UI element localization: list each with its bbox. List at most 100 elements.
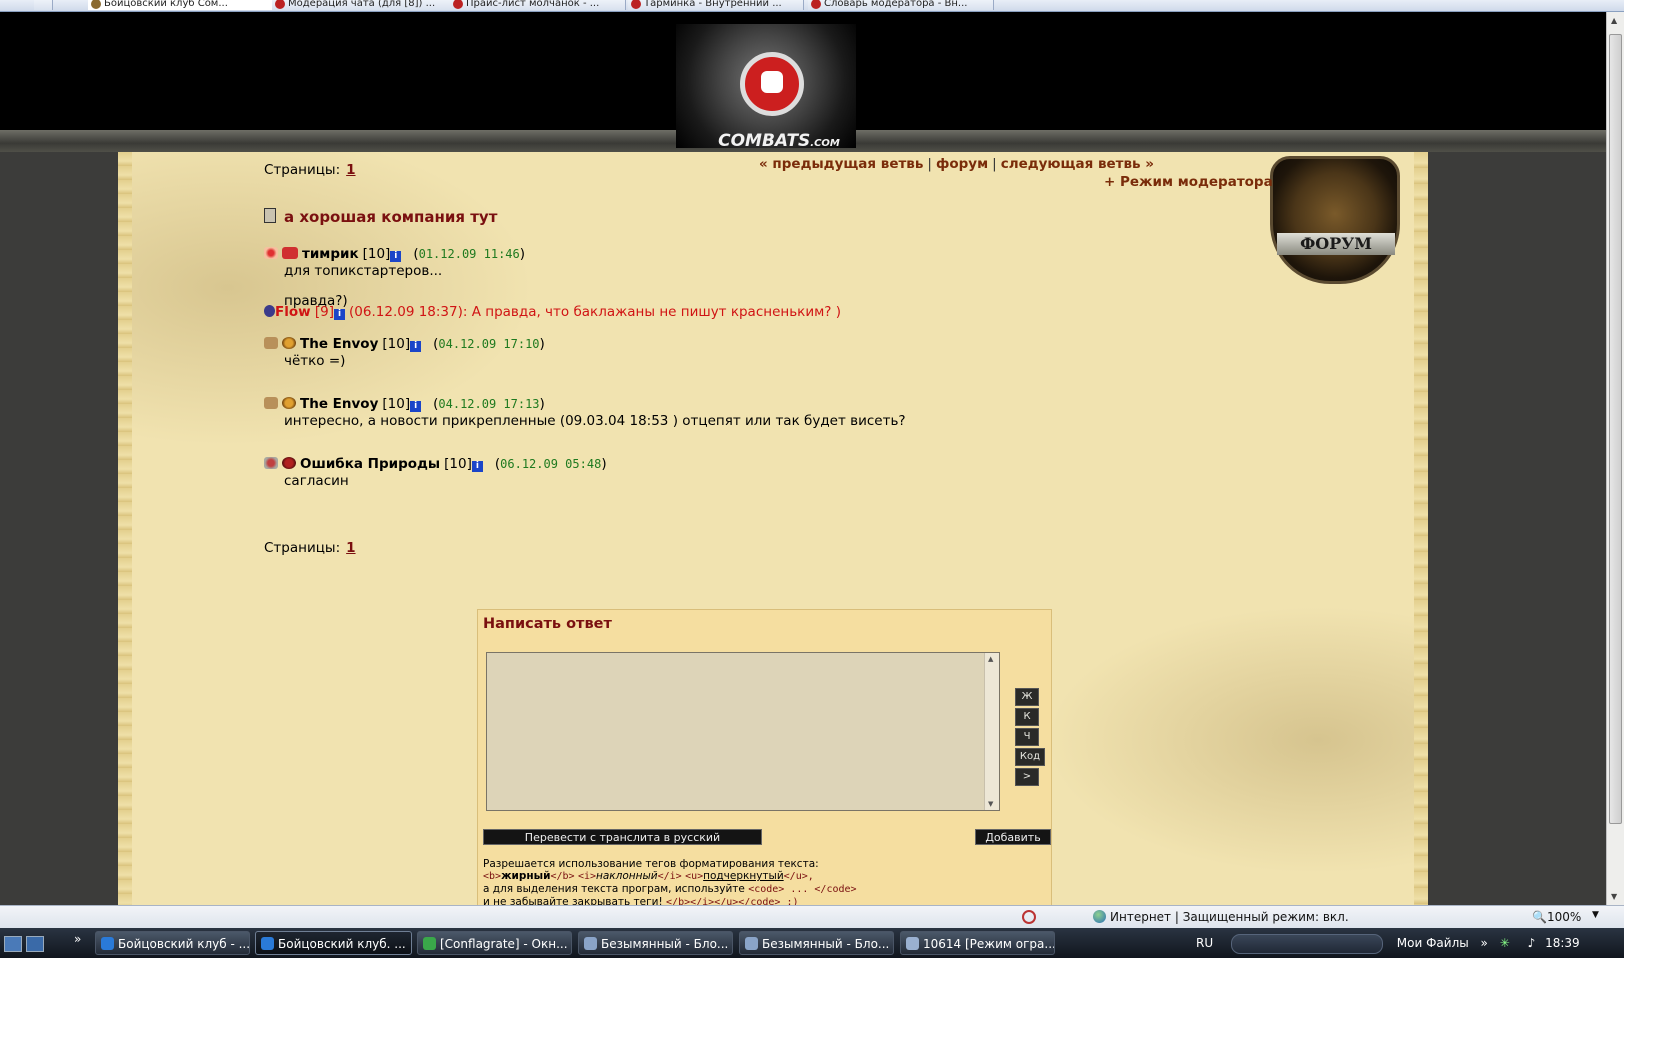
textarea-scrollbar[interactable] <box>984 653 999 810</box>
chevron-right-icon[interactable]: » <box>74 932 81 946</box>
moderator-mode-link[interactable]: + Режим модератора <box>1104 174 1273 190</box>
taskbar-label: [Conflagrate] - Окн... <box>440 937 568 951</box>
info-icon[interactable]: i <box>334 309 346 320</box>
taskbar: » Бойцовский клуб - ... Бойцовский клуб.… <box>0 928 1624 958</box>
post-date-text: 01.12.09 11:46 <box>418 247 520 261</box>
post-author[interactable]: The Envoy <box>300 336 378 352</box>
reply-form: Написать ответ Ж К Ч Код > Перевести с т… <box>477 609 1052 911</box>
taskbar-label: 10614 [Режим огра... <box>923 937 1055 951</box>
post-line: чётко =) <box>284 353 346 369</box>
pagination-bottom: Страницы: 1 <box>264 540 356 556</box>
tab-favicon-icon <box>275 0 285 9</box>
post-header: тимрик [10] i (01.12.09 11:46) <box>264 246 1268 262</box>
system-tray: RU Мои Файлы » ✳ ♪ 18:39 <box>1196 928 1580 958</box>
taskbar-button[interactable]: Безымянный - Бло... <box>739 931 894 955</box>
underline-button[interactable]: Ч <box>1015 728 1039 746</box>
taskbar-button[interactable]: 10614 [Режим огра... <box>900 931 1055 955</box>
next-thread-link[interactable]: следующая ветвь » <box>1001 156 1154 172</box>
tab-bar: Бойцовский клуб Сом... Модерация чата (д… <box>0 0 1624 12</box>
info-icon[interactable]: i <box>471 461 483 472</box>
clan-icon <box>264 457 278 469</box>
tab-combats[interactable]: Бойцовский клуб Сом... <box>88 0 285 10</box>
scrollbar-thumb[interactable] <box>1609 34 1622 824</box>
forum-shield-logo[interactable]: ФОРУМ <box>1270 156 1400 284</box>
chat-icon <box>423 937 436 950</box>
security-zone-text: Интернет | Защищенный режим: вкл. <box>1110 910 1349 924</box>
post-date: (01.12.09 11:46) <box>413 246 526 262</box>
quick-tabs-button[interactable] <box>34 0 53 10</box>
site-header: COMBATS.COM <box>0 12 1606 152</box>
post-date: (06.12.09 05:48) <box>494 456 607 472</box>
zoom-level[interactable]: 🔍100% <box>1532 910 1581 924</box>
post-line: для топикстартеров... <box>284 263 443 279</box>
post-author[interactable]: Ошибка Природы <box>300 456 440 472</box>
tab-label: Модерация чата (для [8]) ... <box>288 0 436 9</box>
chevron-down-icon[interactable]: ▼ <box>1592 910 1599 920</box>
post-level: [10] <box>444 456 472 472</box>
post-author[interactable]: The Envoy <box>300 396 378 412</box>
prev-thread-link[interactable]: « предыдущая ветвь <box>759 156 923 172</box>
taskbar-button[interactable]: Бойцовский клуб. ... <box>255 931 412 955</box>
post-body: сагласин <box>284 471 1268 491</box>
post-level: [10] <box>382 336 411 352</box>
tab-label: Прайс-лист молчанок - ... <box>466 0 600 9</box>
page-link-1[interactable]: 1 <box>346 162 355 178</box>
tab-label: Бойцовский клуб Сом... <box>104 0 228 9</box>
clan-icon <box>264 247 278 259</box>
hint-line: <b>жирный</b> <i>наклонный</i> <u>подчер… <box>483 870 1043 883</box>
page-icon <box>264 208 276 223</box>
page-scrollbar[interactable]: ▲ ▼ <box>1606 12 1624 905</box>
zoom-icon: 🔍 <box>1532 910 1547 924</box>
post-header: The Envoy [10] i (04.12.09 17:13) <box>264 396 1268 412</box>
translit-button[interactable]: Перевести с транслита в русский <box>483 829 762 845</box>
scroll-up-icon[interactable]: ▲ <box>1611 16 1617 25</box>
tab-tarminka[interactable]: Тарминка - Внутренний ... <box>628 0 804 10</box>
scroll-down-icon[interactable]: ▼ <box>1611 892 1617 901</box>
taskbar-button[interactable]: Безымянный - Бло... <box>578 931 733 955</box>
show-desktop-icon[interactable] <box>4 936 22 952</box>
language-indicator[interactable]: RU <box>1196 936 1213 950</box>
volume-icon[interactable]: ♪ <box>1528 936 1536 950</box>
taskbar-label: Бойцовский клуб - ... <box>118 937 250 951</box>
tab-pricelist[interactable]: Прайс-лист молчанок - ... <box>450 0 626 10</box>
nav-separator: | <box>927 156 932 172</box>
post-spacer <box>284 281 1268 291</box>
chevron-right-icon[interactable]: » <box>1481 936 1488 950</box>
popup-blocked-icon[interactable] <box>1022 910 1036 924</box>
my-files-link[interactable]: Мои Файлы <box>1397 936 1469 950</box>
fist-emblem-icon <box>740 52 804 116</box>
bold-button[interactable]: Ж <box>1015 688 1039 706</box>
italic-button[interactable]: К <box>1015 708 1039 726</box>
taskbar-button[interactable]: Бойцовский клуб - ... <box>95 931 250 955</box>
post-line: интересно, а новости прикрепленные (09.0… <box>284 413 906 429</box>
hint-tag: <i> <box>577 871 596 882</box>
notepad-icon <box>745 937 758 950</box>
post-level: [10] <box>382 396 411 412</box>
code-button[interactable]: Код <box>1015 748 1045 766</box>
info-icon[interactable]: i <box>410 341 422 352</box>
media-player-controls[interactable] <box>1230 933 1383 954</box>
switch-windows-icon[interactable] <box>26 936 44 952</box>
tab-label: Тарминка - Внутренний ... <box>644 0 782 9</box>
hint-word: жирный <box>501 870 551 882</box>
submit-button[interactable]: Добавить <box>975 829 1051 845</box>
post-author[interactable]: тимрик <box>302 246 359 262</box>
moderator-nick[interactable]: Flow <box>275 304 311 320</box>
tab-label: Словарь модератора - Вн... <box>824 0 968 9</box>
security-zone[interactable]: Интернет | Защищенный режим: вкл. <box>1093 910 1349 924</box>
tab-dictionary[interactable]: Словарь модератора - Вн... <box>808 0 994 10</box>
hint-tag: </u>, <box>783 871 814 882</box>
hint-line: Разрешается использование тегов форматир… <box>483 858 819 870</box>
reply-textarea[interactable] <box>486 652 1000 811</box>
forum-link[interactable]: форум <box>936 156 988 172</box>
taskbar-label: Бойцовский клуб. ... <box>278 937 406 951</box>
tab-moderation[interactable]: Модерация чата (для [8]) ... <box>272 0 453 10</box>
clock[interactable]: 18:39 <box>1545 936 1580 950</box>
page-link-1[interactable]: 1 <box>346 540 355 556</box>
taskbar-button[interactable]: [Conflagrate] - Окн... <box>417 931 572 955</box>
quote-button[interactable]: > <box>1015 768 1039 786</box>
forum-post: The Envoy [10] i (04.12.09 17:13) интересно… <box>264 396 1268 431</box>
network-icon[interactable]: ✳ <box>1500 936 1510 950</box>
align-icon <box>282 397 296 409</box>
post-level: [10] <box>362 246 391 262</box>
